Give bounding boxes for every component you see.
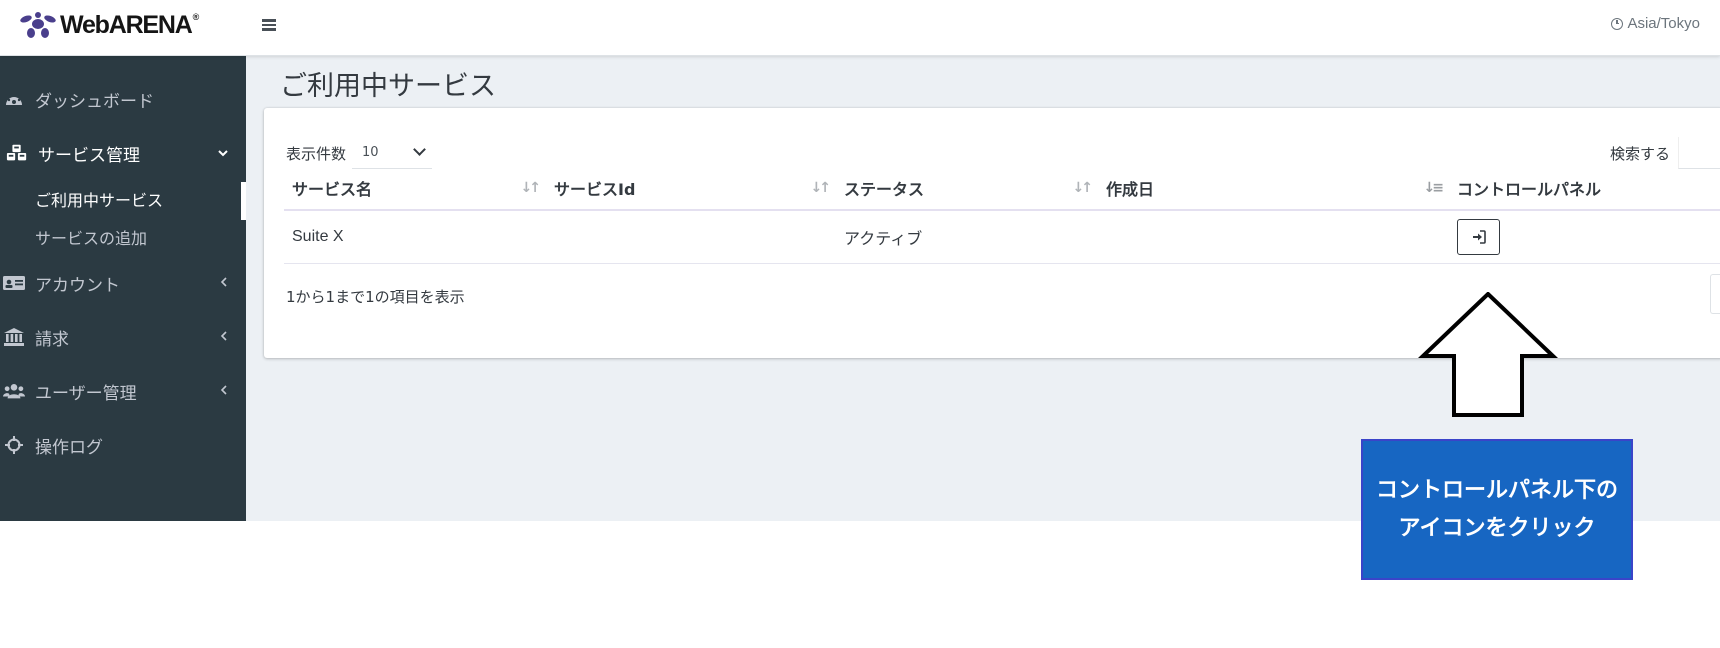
logo-flower-icon: [20, 12, 56, 38]
pagination[interactable]: [1710, 274, 1720, 314]
column-header-control-panel: コントロールパネル: [1449, 166, 1720, 211]
sidebar-item-label: アカウント: [35, 275, 120, 296]
sidebar-item-operation-log[interactable]: 操作ログ: [0, 425, 246, 465]
id-card-icon: [3, 272, 25, 294]
sidebar-subitem-active-services[interactable]: ご利用中サービス: [0, 182, 246, 220]
timezone-label: Asia/Tokyo: [1627, 15, 1700, 32]
sort-icon: ↓↑: [1072, 180, 1094, 196]
sidebar-item-user-management[interactable]: ユーザー管理: [0, 371, 246, 411]
chevron-left-icon: [220, 330, 228, 345]
crosshairs-icon: [3, 434, 25, 456]
brand-logo[interactable]: WebARENA ®: [18, 8, 200, 42]
services-table: サービス名 ↓↑ サービスId ↓↑ ステータス ↓↑ 作成日 ↓≡ コントロー…: [284, 166, 1720, 264]
annotation-callout: コントロールパネル下の アイコンをクリック: [1361, 439, 1633, 580]
column-header-service-id[interactable]: サービスId ↓↑: [546, 166, 836, 211]
column-header-service-name[interactable]: サービス名 ↓↑: [284, 166, 546, 211]
sidebar-subitem-add-service[interactable]: サービスの追加: [0, 220, 246, 254]
sidebar-item-account[interactable]: アカウント: [0, 263, 246, 303]
search-label: 検索する: [1609, 144, 1670, 163]
brand-registered-mark: ®: [192, 12, 200, 22]
cell-created-date: [1098, 210, 1449, 264]
sidebar-item-service-management[interactable]: サービス管理: [0, 133, 246, 173]
page-length-control: 表示件数 10: [286, 137, 433, 169]
column-header-status[interactable]: ステータス ↓↑: [836, 166, 1098, 211]
cell-service-id: [546, 210, 836, 264]
chevron-left-icon: [220, 276, 228, 291]
page-length-value: 10: [362, 145, 379, 160]
timezone-display: Asia/Tokyo: [1611, 15, 1700, 32]
sign-in-icon: [1472, 229, 1486, 244]
cell-status: アクティブ: [836, 210, 1098, 264]
table-header-row: サービス名 ↓↑ サービスId ↓↑ ステータス ↓↑ 作成日 ↓≡ コントロー…: [284, 166, 1720, 211]
sidebar-item-dashboard[interactable]: ダッシュボード: [0, 79, 246, 119]
bank-icon: [3, 326, 25, 348]
page-title: ご利用中サービス: [280, 71, 496, 102]
chevron-down-icon: [218, 146, 228, 161]
annotation-line-1: コントロールパネル下の: [1375, 477, 1618, 503]
sidebar: ダッシュボード サービス管理 ご利用中サービス サービスの追加 アカウント 請求…: [0, 56, 246, 521]
cell-service-name: Suite X: [284, 210, 546, 264]
page-length-label: 表示件数: [286, 144, 347, 163]
cubes-icon: [6, 142, 28, 164]
search-control: 検索する: [1610, 137, 1720, 169]
sidebar-item-label: 操作ログ: [35, 437, 103, 458]
top-navbar: WebARENA ® Asia/Tokyo: [0, 0, 1720, 56]
annotation-line-2: アイコンをクリック: [1398, 515, 1596, 541]
table-row: Suite X アクティブ: [284, 210, 1720, 264]
chevron-left-icon: [220, 384, 228, 399]
control-panel-login-button[interactable]: [1457, 218, 1500, 255]
sort-desc-icon: ↓≡: [1423, 180, 1445, 196]
menu-toggle-icon[interactable]: [262, 17, 278, 33]
chevron-down-icon: [413, 143, 426, 156]
table-info: 1から1まで1の項目を表示: [286, 288, 465, 306]
clock-icon: [1611, 17, 1624, 30]
search-input[interactable]: [1678, 137, 1720, 169]
column-header-created-date[interactable]: 作成日 ↓≡: [1098, 166, 1449, 211]
sidebar-subitem-label: サービスの追加: [35, 229, 148, 248]
sidebar-item-label: 請求: [35, 329, 69, 350]
users-icon: [3, 380, 25, 402]
sidebar-item-label: ユーザー管理: [35, 383, 137, 404]
sidebar-item-billing[interactable]: 請求: [0, 317, 246, 357]
sort-icon: ↓↑: [520, 180, 542, 196]
page-length-select[interactable]: 10: [352, 137, 433, 169]
sidebar-item-label: ダッシュボード: [35, 91, 154, 112]
annotation-up-arrow-icon: [1418, 292, 1558, 417]
brand-name: WebARENA: [60, 10, 193, 39]
sidebar-item-label: サービス管理: [38, 145, 140, 166]
sort-icon: ↓↑: [810, 180, 832, 196]
cell-control-panel: [1449, 210, 1720, 264]
tachometer-icon: [3, 88, 25, 110]
sidebar-subitem-label: ご利用中サービス: [35, 191, 164, 210]
